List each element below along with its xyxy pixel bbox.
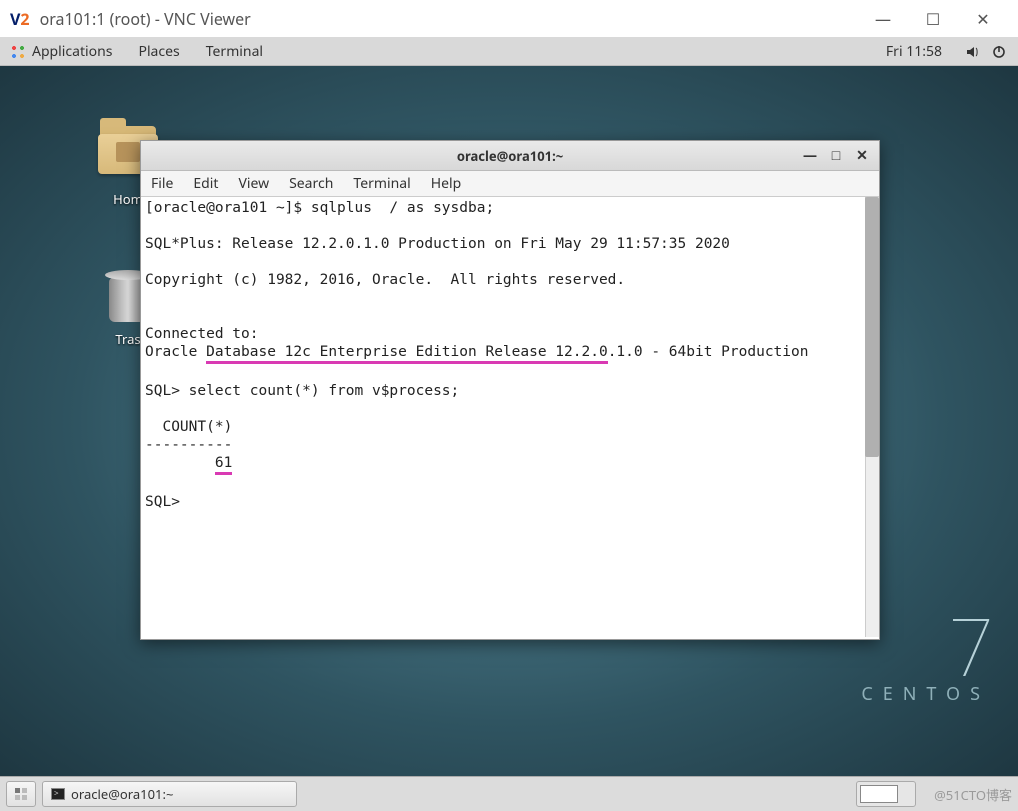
minimize-button[interactable]: — <box>858 0 908 38</box>
terminal-scrollbar[interactable] <box>865 197 879 637</box>
centos-branding: 7 CENTOS <box>861 614 990 706</box>
menu-view[interactable]: View <box>238 174 269 193</box>
watermark: @51CTO博客 <box>934 785 1012 804</box>
terminal-maximize-button[interactable]: □ <box>825 145 847 165</box>
taskbar-item-label: oracle@ora101:~ <box>71 785 173 803</box>
workspace-switcher[interactable] <box>6 781 36 807</box>
maximize-button[interactable]: ☐ <box>908 0 958 38</box>
gnome-taskbar: oracle@ora101:~ @51CTO博客 <box>0 776 1018 811</box>
menu-help[interactable]: Help <box>431 174 462 193</box>
menu-terminal[interactable]: Terminal <box>353 174 410 193</box>
taskbar-item-terminal[interactable]: oracle@ora101:~ <box>42 781 297 807</box>
system-tray[interactable] <box>856 781 916 807</box>
terminal-close-button[interactable]: ✕ <box>851 145 873 165</box>
volume-icon[interactable] <box>964 44 982 60</box>
menu-search[interactable]: Search <box>289 174 333 193</box>
menu-terminal[interactable]: Terminal <box>206 42 263 61</box>
close-button[interactable]: ✕ <box>958 0 1008 38</box>
gnome-top-bar: Applications Places Terminal Fri 11:58 <box>0 38 1018 66</box>
menu-edit[interactable]: Edit <box>193 174 218 193</box>
power-icon[interactable] <box>990 44 1008 60</box>
vnc-window-title: ora101:1 (root) - VNC Viewer <box>40 8 251 30</box>
applications-icon <box>10 44 26 60</box>
terminal-icon <box>51 788 65 800</box>
terminal-minimize-button[interactable]: — <box>799 145 821 165</box>
vnc-titlebar: V2 ora101:1 (root) - VNC Viewer — ☐ ✕ <box>0 0 1018 38</box>
terminal-body[interactable]: [oracle@ora101 ~]$ sqlplus / as sysdba; … <box>141 197 879 637</box>
highlight-count-value: 61 <box>215 454 232 475</box>
clock[interactable]: Fri 11:58 <box>886 42 942 61</box>
menu-applications[interactable]: Applications <box>32 42 112 61</box>
menu-file[interactable]: File <box>151 174 173 193</box>
terminal-window[interactable]: oracle@ora101:~ — □ ✕ File Edit View Sea… <box>140 140 880 640</box>
terminal-title: oracle@ora101:~ <box>457 147 563 165</box>
terminal-menubar: File Edit View Search Terminal Help <box>141 171 879 197</box>
highlight-db-version: Database 12c Enterprise Edition Release … <box>206 343 608 364</box>
vnc-logo: V2 <box>10 8 30 30</box>
terminal-scroll-thumb[interactable] <box>865 197 879 457</box>
terminal-titlebar[interactable]: oracle@ora101:~ — □ ✕ <box>141 141 879 171</box>
desktop[interactable]: Hom Tras 7 CENTOS oracle@ora101:~ — □ ✕ … <box>0 66 1018 776</box>
menu-places[interactable]: Places <box>138 42 179 61</box>
